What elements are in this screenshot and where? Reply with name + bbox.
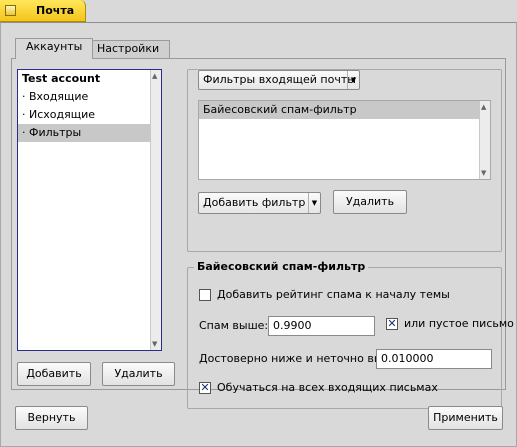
learn-all-label: Обучаться на всех входящих письмах <box>217 381 438 394</box>
tree-item-filters[interactable]: · Фильтры <box>18 124 161 142</box>
remove-account-button[interactable]: Удалить <box>102 362 175 386</box>
bayes-group: Байесовский спам-фильтр Добавить рейтинг… <box>187 260 514 409</box>
revert-button[interactable]: Вернуть <box>15 406 88 430</box>
scroll-up-icon[interactable]: ▲ <box>481 103 486 111</box>
window-title: Почта <box>36 4 75 17</box>
tab-bar: Аккаунты Настройки <box>15 38 505 59</box>
scroll-down-icon[interactable]: ▼ <box>481 169 486 177</box>
tree-item-outbox[interactable]: · Исходящие <box>18 106 161 124</box>
filter-type-select[interactable]: Фильтры входящей почты ▼ <box>198 70 360 90</box>
filter-list-scrollbar[interactable]: ▲ ▼ <box>479 101 490 179</box>
scroll-down-icon[interactable]: ▼ <box>152 340 157 348</box>
apply-button[interactable]: Применить <box>428 406 503 430</box>
tab-settings[interactable]: Настройки <box>86 40 171 58</box>
window-tab[interactable]: Почта <box>0 0 86 22</box>
tree-scrollbar[interactable]: ▲ ▼ <box>150 70 161 350</box>
window-frame: Аккаунты Настройки Test account · Входящ… <box>0 22 517 447</box>
chevron-down-icon: ▼ <box>308 193 320 213</box>
add-account-button[interactable]: Добавить <box>17 362 91 386</box>
bayes-group-title: Байесовский спам-фильтр <box>194 260 369 273</box>
chevron-down-icon: ▼ <box>347 71 359 89</box>
prepend-rating-checkbox[interactable] <box>199 289 211 301</box>
tree-item-inbox[interactable]: · Входящие <box>18 88 161 106</box>
add-filter-select[interactable]: Добавить фильтр ▼ <box>198 192 321 214</box>
spam-above-label: Спам выше: <box>199 319 269 332</box>
account-tree[interactable]: Test account · Входящие · Исходящие · Фи… <box>17 69 162 351</box>
tab-accounts[interactable]: Аккаунты <box>15 38 94 59</box>
prepend-rating-label: Добавить рейтинг спама к началу темы <box>217 288 450 301</box>
add-filter-label: Добавить фильтр <box>203 196 306 209</box>
filter-list-item[interactable]: Байесовский спам-фильтр <box>199 101 490 119</box>
filter-list[interactable]: Байесовский спам-фильтр ▲ ▼ <box>198 100 491 180</box>
accounts-panel: Test account · Входящие · Исходящие · Фи… <box>11 58 514 409</box>
scroll-up-icon[interactable]: ▲ <box>152 72 157 80</box>
confident-label: Достоверно ниже и неточно выше: <box>199 352 404 365</box>
spam-above-input[interactable]: 0.9900 <box>268 316 375 336</box>
filter-type-value: Фильтры входящей почты <box>203 73 356 86</box>
close-icon[interactable] <box>5 5 16 16</box>
filters-group: Фильтры входящей почты ▼ Байесовский спа… <box>187 69 502 252</box>
or-empty-label: или пустое письмо <box>404 317 514 330</box>
or-empty-checkbox[interactable]: ✕ <box>386 318 398 330</box>
confident-input[interactable]: 0.010000 <box>376 349 492 369</box>
tree-item-account[interactable]: Test account <box>18 70 161 88</box>
delete-filter-button[interactable]: Удалить <box>333 190 407 214</box>
learn-all-checkbox[interactable]: ✕ <box>199 382 211 394</box>
